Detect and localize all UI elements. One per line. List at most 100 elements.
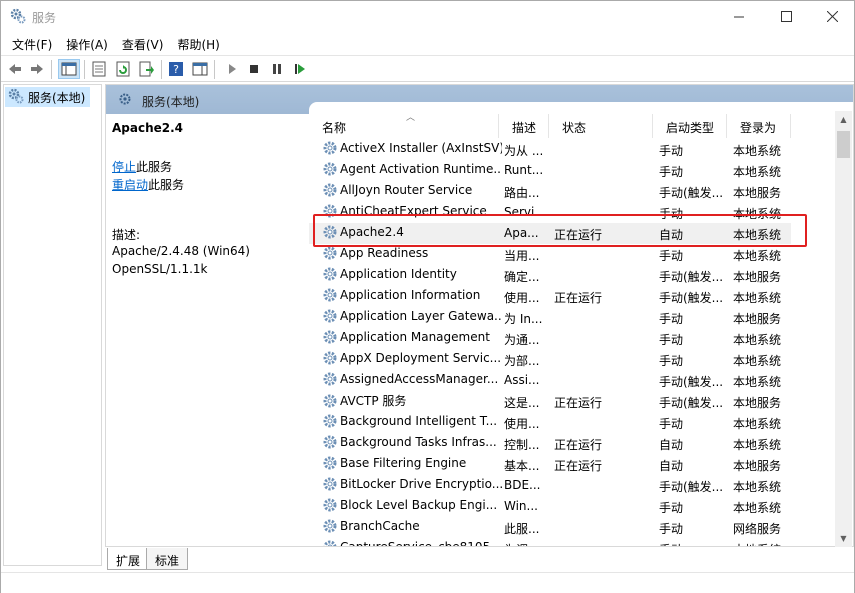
service-startup-type: 手动 bbox=[659, 522, 684, 536]
services-panel: 服务(本地) Apache2.4 停止此服务 重启动此服务 描述: Apache… bbox=[105, 84, 854, 547]
service-name-cell: Application Management bbox=[322, 329, 502, 345]
service-name: AppX Deployment Servic... bbox=[340, 351, 502, 365]
service-description: 为调... bbox=[504, 541, 548, 546]
scroll-up-icon[interactable]: ▲ bbox=[835, 111, 852, 128]
column-name[interactable]: 名称 bbox=[309, 114, 499, 138]
table-row[interactable]: CaptureService_cbe8105 为调... 手动本地系统 bbox=[309, 538, 791, 546]
service-startup-type: 手动 bbox=[659, 249, 684, 263]
back-icon[interactable] bbox=[6, 60, 24, 78]
show-hide-action-pane-icon[interactable] bbox=[191, 60, 209, 78]
scrollbar-thumb[interactable] bbox=[837, 131, 850, 158]
table-row[interactable]: Application Identity 确定... 手动(触发... 本地服务 bbox=[309, 265, 791, 286]
service-status: 正在运行 bbox=[554, 291, 603, 305]
service-log-on-as: 本地系统 bbox=[733, 375, 782, 389]
table-row[interactable]: Background Intelligent T... 使用... 手动 本地系统 bbox=[309, 412, 791, 433]
service-log-on-as: 本地服务 bbox=[733, 270, 782, 284]
column-log-on-as[interactable]: 登录为 bbox=[727, 114, 791, 138]
table-row[interactable]: Background Tasks Infras... 控制... 正在运行 自动 本地系… bbox=[309, 433, 791, 454]
service-gear-icon bbox=[322, 539, 338, 546]
stop-service-icon[interactable] bbox=[245, 60, 263, 78]
restart-service-link[interactable]: 重启动 bbox=[112, 178, 148, 192]
service-gear-icon bbox=[322, 413, 338, 429]
service-description: 为 In... bbox=[504, 312, 543, 326]
tab-expanded[interactable]: 扩展 bbox=[107, 548, 150, 570]
menu-action[interactable]: 操作(A) bbox=[59, 32, 115, 54]
service-description: 使用... bbox=[504, 291, 540, 305]
service-log-on-as: 网络服务 bbox=[733, 522, 782, 536]
table-row[interactable]: Application Layer Gatewa... 为 In... 手动 本地服务 bbox=[309, 307, 791, 328]
service-log-on-as: 本地系统 bbox=[733, 165, 782, 179]
service-name-cell: Background Intelligent T... bbox=[322, 413, 502, 429]
service-log-on-as: 本地系统 bbox=[733, 354, 782, 368]
service-gear-icon bbox=[322, 266, 338, 282]
service-name-cell: BranchCache bbox=[322, 518, 502, 534]
refresh-icon[interactable] bbox=[114, 60, 132, 78]
service-startup-type: 手动 bbox=[659, 417, 684, 431]
column-startup-type[interactable]: 启动类型 bbox=[653, 114, 727, 138]
service-status: 正在运行 bbox=[554, 396, 603, 410]
table-row[interactable]: AppX Deployment Servic... 为部... 手动 本地系统 bbox=[309, 349, 791, 370]
table-row[interactable]: Block Level Backup Engi... Win... 手动 本地系统 bbox=[309, 496, 791, 517]
table-row[interactable]: BranchCache 此服... 手动 网络服务 bbox=[309, 517, 791, 538]
properties-icon[interactable] bbox=[90, 60, 108, 78]
table-row[interactable]: Application Information 使用... 正在运行 手动(触发...… bbox=[309, 286, 791, 307]
service-name: ActiveX Installer (AxInstSV) bbox=[340, 141, 502, 155]
menu-file[interactable]: 文件(F) bbox=[5, 32, 59, 54]
forward-icon[interactable] bbox=[28, 60, 46, 78]
service-gear-icon bbox=[322, 393, 338, 409]
service-gear-icon bbox=[322, 497, 338, 513]
help-icon[interactable]: ? bbox=[167, 60, 185, 78]
column-status[interactable]: 状态 bbox=[549, 114, 653, 138]
service-log-on-as: 本地服务 bbox=[733, 459, 782, 473]
service-name: Agent Activation Runtime... bbox=[340, 162, 502, 176]
service-description: 为通... bbox=[504, 333, 540, 347]
table-row[interactable]: ActiveX Installer (AxInstSV) 为从 ... 手动 本地系统 bbox=[309, 139, 791, 160]
tab-standard[interactable]: 标准 bbox=[146, 548, 189, 570]
service-description: 当用... bbox=[504, 249, 540, 263]
minimize-button[interactable] bbox=[716, 1, 762, 32]
menu-bar: 文件(F) 操作(A) 查看(V) 帮助(H) bbox=[1, 32, 854, 54]
restart-service-icon[interactable] bbox=[291, 60, 309, 78]
table-row[interactable]: BitLocker Drive Encryptio... BDE... 手动(触发.… bbox=[309, 475, 791, 496]
export-list-icon[interactable] bbox=[138, 60, 156, 78]
service-gear-icon bbox=[322, 455, 338, 471]
description-label: 描述: bbox=[112, 228, 141, 242]
table-row[interactable]: App Readiness 当用... 手动 本地系统 bbox=[309, 244, 791, 265]
table-row[interactable]: Base Filtering Engine 基本... 正在运行 自动 本地服务 bbox=[309, 454, 791, 475]
vertical-scrollbar[interactable]: ▲ ▼ bbox=[835, 111, 852, 547]
service-status: 正在运行 bbox=[554, 459, 603, 473]
table-row[interactable]: AssignedAccessManager... Assi... 手动(触发... 本… bbox=[309, 370, 791, 391]
services-rows: ActiveX Installer (AxInstSV) 为从 ... 手动 本地系统… bbox=[309, 139, 839, 546]
menu-help[interactable]: 帮助(H) bbox=[170, 32, 226, 54]
service-gear-icon bbox=[322, 350, 338, 366]
table-row[interactable]: Agent Activation Runtime... Runt... 手动 本地系统 bbox=[309, 160, 791, 181]
description-line-1: Apache/2.4.48 (Win64) bbox=[112, 244, 250, 258]
table-row[interactable]: AllJoyn Router Service 路由... 手动(触发... 本地服务 bbox=[309, 181, 791, 202]
tree-item-label: 服务(本地) bbox=[28, 90, 86, 105]
service-description: Win... bbox=[504, 499, 538, 513]
tree-item-services-local[interactable]: 服务(本地) bbox=[5, 87, 90, 107]
table-row[interactable]: Application Management 为通... 手动 本地系统 bbox=[309, 328, 791, 349]
view-tabs: 扩展 标准 bbox=[105, 548, 405, 572]
menu-view[interactable]: 查看(V) bbox=[115, 32, 171, 54]
service-gear-icon bbox=[322, 518, 338, 534]
service-log-on-as: 本地系统 bbox=[733, 144, 782, 158]
scroll-down-icon[interactable]: ▼ bbox=[835, 530, 852, 547]
show-console-tree-icon[interactable] bbox=[58, 59, 80, 79]
table-row[interactable]: AVCTP 服务 这是... 正在运行 手动(触发... 本地服务 bbox=[309, 391, 791, 412]
maximize-button[interactable] bbox=[763, 1, 809, 32]
service-name-cell: Application Layer Gatewa... bbox=[322, 308, 502, 324]
service-description: Assi... bbox=[504, 373, 540, 387]
service-name: AssignedAccessManager... bbox=[340, 372, 499, 386]
column-description[interactable]: 描述 bbox=[499, 114, 549, 138]
service-description: 基本... bbox=[504, 459, 540, 473]
stop-service-link[interactable]: 停止 bbox=[112, 160, 136, 174]
start-service-icon[interactable] bbox=[223, 60, 241, 78]
service-startup-type: 手动 bbox=[659, 541, 731, 546]
pause-service-icon[interactable] bbox=[268, 60, 286, 78]
service-log-on-as: 本地服务 bbox=[733, 186, 782, 200]
service-log-on-as: 本地系统 bbox=[733, 333, 782, 347]
close-button[interactable] bbox=[809, 1, 855, 32]
service-name-cell: Agent Activation Runtime... bbox=[322, 161, 502, 177]
restart-suffix: 此服务 bbox=[148, 178, 185, 192]
